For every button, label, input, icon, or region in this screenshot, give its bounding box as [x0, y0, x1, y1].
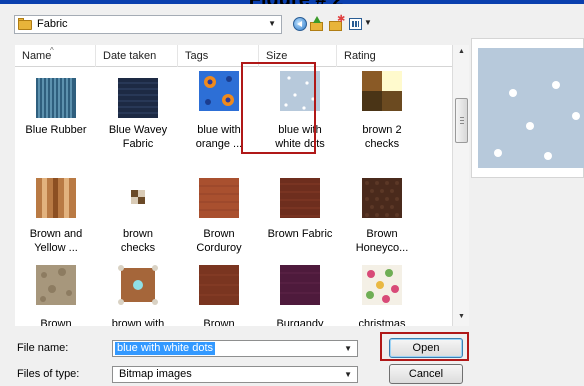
file-item-brown-2-checks[interactable]: brown 2 checks	[341, 68, 423, 164]
file-label-line1: Brown	[203, 318, 235, 326]
file-label-line1: Blue Rubber	[25, 124, 87, 136]
file-label-line1: brown 2	[362, 124, 402, 136]
file-label-line2: checks	[364, 138, 400, 150]
file-item-brown-and-yellow[interactable]: Brown and Yellow ...	[15, 164, 97, 260]
burgandy-thumbnail	[280, 265, 320, 305]
file-label-line1: christmas	[358, 318, 406, 326]
selected-file-highlight-box	[241, 62, 316, 154]
file-label-line2: Fabric	[122, 138, 154, 150]
file-label-line1: Brown and	[29, 228, 83, 240]
blue-orange-thumbnail	[199, 71, 239, 111]
scrollbar-thumb[interactable]	[455, 98, 468, 143]
filename-value[interactable]: blue with white dots	[115, 342, 215, 355]
scroll-up-arrow-icon[interactable]: ▲	[453, 45, 470, 59]
file-label-line1: Brown	[366, 228, 398, 240]
column-size-label: Size	[266, 50, 288, 62]
filetype-value: Bitmap images	[119, 368, 192, 380]
sort-ascending-icon: ^	[50, 46, 54, 55]
cancel-button[interactable]: Cancel	[389, 364, 463, 384]
file-item-brown-honeycomb[interactable]: Brown Honeyco...	[341, 164, 423, 260]
column-header-name[interactable]: Name ^	[15, 45, 96, 67]
new-folder-icon[interactable]: ✱	[329, 14, 345, 31]
file-label-line1: Brown	[203, 228, 235, 240]
file-label-line1: brown with	[111, 318, 165, 326]
open-button-highlight-box	[380, 332, 469, 361]
file-item-christmas[interactable]: christmas	[341, 260, 423, 326]
file-label-line1: brown	[123, 228, 153, 240]
up-folder-icon[interactable]	[310, 16, 324, 31]
file-label-line1: Brown	[40, 318, 72, 326]
file-list-panel: Name ^ Date taken Tags Size Rating Blue …	[15, 45, 452, 326]
column-header-row: Name ^ Date taken Tags Size Rating	[15, 45, 452, 67]
preview-image	[478, 48, 584, 168]
brown-checks-thumbnail	[131, 190, 145, 204]
filetype-label: Files of type:	[17, 368, 80, 380]
christmas-thumbnail	[362, 265, 402, 305]
views-menu-arrow-icon[interactable]: ▼	[364, 18, 372, 27]
file-label-line2: Honeyco...	[355, 242, 409, 254]
brown-yellow-thumbnail	[36, 178, 76, 218]
file-label-line2: checks	[120, 242, 156, 254]
column-header-date-taken[interactable]: Date taken	[96, 45, 178, 67]
chevron-down-icon[interactable]: ▼	[344, 370, 352, 379]
file-label-line2: Yellow ...	[34, 242, 78, 254]
brown-3-thumbnail	[199, 265, 239, 305]
chevron-down-icon[interactable]: ▼	[268, 19, 276, 28]
file-label-line1: Burgandy	[276, 318, 324, 326]
dialog-footer: File name: blue with white dots ▼ Files …	[0, 327, 584, 386]
toolbar: Fabric ▼ ✱ ▼	[0, 4, 584, 38]
file-item-brown-fabric[interactable]: Brown Fabric	[259, 164, 341, 260]
back-icon[interactable]	[293, 17, 307, 31]
file-item-blue-rubber[interactable]: Blue Rubber	[15, 68, 97, 164]
file-list-scrollbar[interactable]: ▲ ▼	[452, 45, 469, 326]
filename-label: File name:	[17, 342, 69, 354]
preview-pane	[471, 38, 584, 178]
folder-path-text: Fabric	[37, 18, 68, 30]
brown-stone-thumbnail	[36, 265, 76, 305]
scroll-down-arrow-icon[interactable]: ▼	[453, 310, 470, 324]
file-item-brown-with[interactable]: brown with	[97, 260, 179, 326]
file-label-line1: Brown Fabric	[267, 228, 333, 240]
brown-fabric-thumbnail	[280, 178, 320, 218]
file-item-brown-checks[interactable]: brown checks	[97, 164, 179, 260]
blue-rubber-thumbnail	[36, 78, 76, 118]
folder-path-combo[interactable]: Fabric ▼	[14, 15, 282, 34]
brown-2-checks-thumbnail	[362, 71, 402, 111]
file-item-brown[interactable]: Brown	[178, 260, 260, 326]
views-icon[interactable]	[349, 18, 362, 30]
brown-with-thumbnail	[118, 265, 158, 305]
column-rating-label: Rating	[344, 50, 376, 62]
chevron-down-icon[interactable]: ▼	[344, 344, 352, 353]
folder-icon	[18, 18, 32, 30]
file-label-line2: Corduroy	[196, 242, 242, 254]
blue-wavey-thumbnail	[118, 78, 158, 118]
brown-corduroy-thumbnail	[199, 178, 239, 218]
column-name-label: Name	[22, 50, 52, 62]
column-header-rating[interactable]: Rating	[337, 45, 452, 67]
file-item-brown-stone[interactable]: Brown	[15, 260, 97, 326]
column-date-label: Date taken	[103, 50, 157, 62]
brown-honeycomb-thumbnail	[362, 178, 402, 218]
file-item-blue-wavey-fabric[interactable]: Blue Wavey Fabric	[97, 68, 179, 164]
filetype-select[interactable]: Bitmap images ▼	[112, 366, 358, 383]
file-item-burgandy[interactable]: Burgandy	[259, 260, 341, 326]
column-tags-label: Tags	[185, 50, 209, 62]
file-item-brown-corduroy[interactable]: Brown Corduroy	[178, 164, 260, 260]
filename-input[interactable]: blue with white dots ▼	[112, 340, 358, 357]
file-label-line1: Blue Wavey	[108, 124, 168, 136]
